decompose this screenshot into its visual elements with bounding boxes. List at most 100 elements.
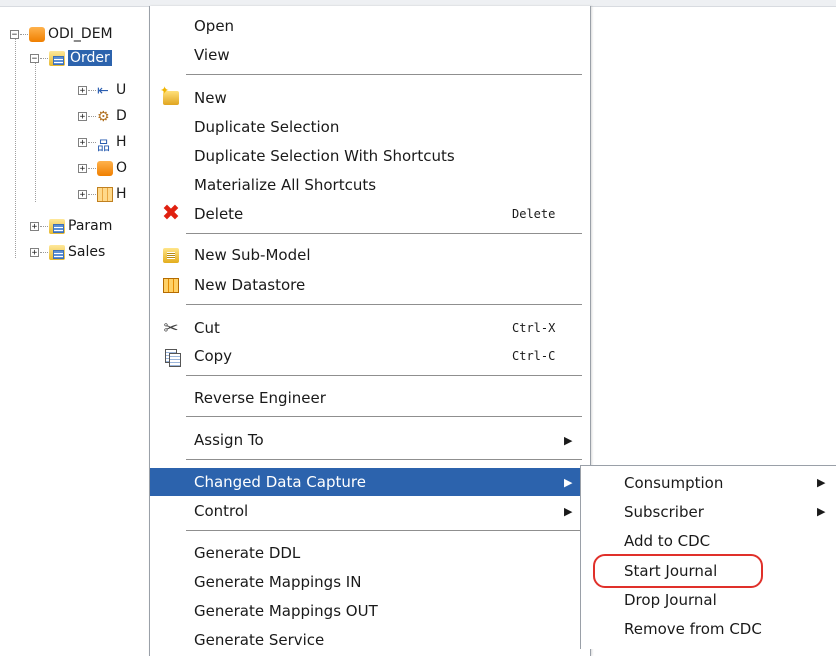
menu-item-label: Copy bbox=[194, 347, 233, 365]
menu-item-label: Generate DDL bbox=[194, 544, 301, 562]
menu-separator bbox=[186, 416, 582, 417]
menu-item-generate-mappings-in[interactable]: Generate Mappings IN bbox=[150, 568, 590, 596]
submodel-icon bbox=[49, 244, 65, 260]
tree-node-child[interactable]: + H bbox=[78, 184, 127, 204]
object-icon bbox=[97, 160, 113, 176]
menu-separator bbox=[186, 375, 582, 376]
menu-item-label: Duplicate Selection bbox=[194, 118, 340, 136]
tree-node-sibling[interactable]: + Param bbox=[30, 216, 112, 236]
menu-item-label: Remove from CDC bbox=[624, 619, 762, 638]
submenu-arrow-icon: ▶ bbox=[817, 476, 826, 489]
expand-icon[interactable]: + bbox=[78, 163, 87, 173]
context-menu: Open View New Duplicate Selection Duplic… bbox=[149, 6, 591, 656]
menu-item-changed-data-capture[interactable]: Changed Data Capture ▶ bbox=[150, 468, 590, 496]
menu-item-duplicate-with-shortcuts[interactable]: Duplicate Selection With Shortcuts bbox=[150, 142, 590, 170]
submenu-item-consumption[interactable]: Consumption ▶ bbox=[581, 468, 836, 497]
menu-item-delete[interactable]: ✖ Delete Delete bbox=[150, 200, 590, 228]
menu-separator bbox=[186, 233, 582, 234]
tree-node-label: Order bbox=[68, 50, 112, 66]
expand-icon[interactable]: + bbox=[30, 247, 39, 257]
collapse-icon[interactable]: − bbox=[10, 29, 19, 39]
menu-item-assign-to[interactable]: Assign To ▶ bbox=[150, 426, 590, 454]
menu-item-control[interactable]: Control ▶ bbox=[150, 497, 590, 525]
cdc-submenu: Consumption ▶ Subscriber ▶ Add to CDC St… bbox=[580, 465, 836, 649]
menu-item-materialize-shortcuts[interactable]: Materialize All Shortcuts bbox=[150, 171, 590, 199]
menu-item-label: Drop Journal bbox=[624, 590, 717, 609]
tree-node-label: Sales bbox=[68, 244, 106, 260]
expand-icon[interactable]: + bbox=[78, 85, 87, 95]
submenu-arrow-icon: ▶ bbox=[817, 505, 826, 518]
menu-item-label: Subscriber bbox=[624, 502, 704, 521]
tree-node-child[interactable]: + 品 H bbox=[78, 132, 127, 154]
menu-item-label: Consumption bbox=[624, 473, 724, 492]
menu-separator bbox=[186, 459, 582, 460]
menu-item-label: Duplicate Selection With Shortcuts bbox=[194, 147, 455, 165]
menu-item-label: Changed Data Capture bbox=[194, 473, 366, 491]
menu-item-copy[interactable]: Copy Ctrl-C bbox=[150, 342, 590, 370]
menu-item-label: New bbox=[194, 89, 227, 107]
menu-item-generate-service[interactable]: Generate Service bbox=[150, 626, 590, 654]
menu-item-open[interactable]: Open bbox=[150, 12, 590, 40]
expand-icon[interactable]: + bbox=[78, 111, 87, 121]
menu-item-new-sub-model[interactable]: New Sub-Model bbox=[150, 241, 590, 269]
table-icon bbox=[97, 186, 113, 202]
menu-item-reverse-engineer[interactable]: Reverse Engineer bbox=[150, 384, 590, 412]
tree-node-child[interactable]: + ⇤ U bbox=[78, 80, 126, 100]
tree-node-sibling[interactable]: + Sales bbox=[30, 242, 105, 262]
submodel-icon bbox=[49, 218, 65, 234]
menu-item-label: Assign To bbox=[194, 431, 264, 449]
menu-item-generate-mappings-out[interactable]: Generate Mappings OUT bbox=[150, 597, 590, 625]
submenu-arrow-icon: ▶ bbox=[564, 504, 573, 518]
tree-node-selected[interactable]: − Order bbox=[30, 48, 112, 68]
submodel-icon bbox=[162, 246, 180, 264]
collapse-icon[interactable]: − bbox=[30, 53, 39, 63]
tree-node-label: U bbox=[116, 82, 127, 98]
delete-icon: ✖ bbox=[161, 201, 181, 226]
submenu-arrow-icon: ▶ bbox=[564, 433, 573, 447]
model-tree: − ODI_DEM − Order + ⇤ U + ⚙ D + 品 H + O … bbox=[0, 0, 160, 648]
tree-node-label: H bbox=[116, 134, 127, 150]
datastore-key-icon: ⇤ bbox=[97, 82, 109, 99]
menu-item-label: Delete bbox=[194, 205, 244, 223]
menu-item-view[interactable]: View bbox=[150, 41, 590, 69]
tree-node-label: Param bbox=[68, 218, 113, 234]
tree-node-child[interactable]: + O bbox=[78, 158, 127, 178]
tree-node-root[interactable]: − ODI_DEM bbox=[10, 24, 113, 44]
menu-item-label: Control bbox=[194, 502, 249, 520]
menu-item-new-datastore[interactable]: New Datastore bbox=[150, 271, 590, 299]
tree-node-label: O bbox=[116, 160, 128, 176]
menu-item-label: Cut bbox=[194, 319, 220, 337]
tree-node-label: D bbox=[116, 108, 127, 124]
shortcut-label: Ctrl-X bbox=[512, 321, 556, 335]
submenu-item-subscriber[interactable]: Subscriber ▶ bbox=[581, 497, 836, 526]
menu-item-label: Add to CDC bbox=[624, 531, 711, 550]
submenu-item-drop-journal[interactable]: Drop Journal bbox=[581, 585, 836, 614]
menu-item-label: New Sub-Model bbox=[194, 246, 311, 264]
tree-node-child[interactable]: + ⚙ D bbox=[78, 106, 127, 126]
menu-item-label: New Datastore bbox=[194, 276, 306, 294]
submenu-arrow-icon: ▶ bbox=[564, 475, 573, 489]
submenu-item-add-to-cdc[interactable]: Add to CDC bbox=[581, 526, 836, 555]
menu-item-generate-ddl[interactable]: Generate DDL bbox=[150, 539, 590, 567]
highlight-ring bbox=[593, 554, 763, 588]
model-folder-icon bbox=[29, 26, 45, 42]
expand-icon[interactable]: + bbox=[78, 189, 87, 199]
menu-item-label: View bbox=[194, 46, 230, 64]
scissors-icon: ✂ bbox=[163, 317, 179, 339]
copy-icon bbox=[162, 347, 181, 367]
menu-item-cut[interactable]: ✂ Cut Ctrl-X bbox=[150, 314, 590, 342]
diagram-icon: ⚙ bbox=[97, 108, 110, 125]
shortcut-label: Ctrl-C bbox=[512, 349, 556, 363]
menu-item-new[interactable]: New bbox=[150, 84, 590, 112]
expand-icon[interactable]: + bbox=[30, 221, 39, 231]
submenu-item-remove-from-cdc[interactable]: Remove from CDC bbox=[581, 614, 836, 643]
menu-item-label: Open bbox=[194, 17, 235, 35]
shortcut-label: Delete bbox=[512, 207, 556, 221]
new-icon bbox=[160, 84, 180, 107]
tree-node-label: H bbox=[116, 186, 127, 202]
menu-item-duplicate-selection[interactable]: Duplicate Selection bbox=[150, 113, 590, 141]
menu-item-label: Generate Service bbox=[194, 631, 325, 649]
expand-icon[interactable]: + bbox=[78, 137, 87, 147]
hierarchy-icon: 品 bbox=[97, 138, 111, 154]
tree-guide-line bbox=[15, 38, 16, 258]
